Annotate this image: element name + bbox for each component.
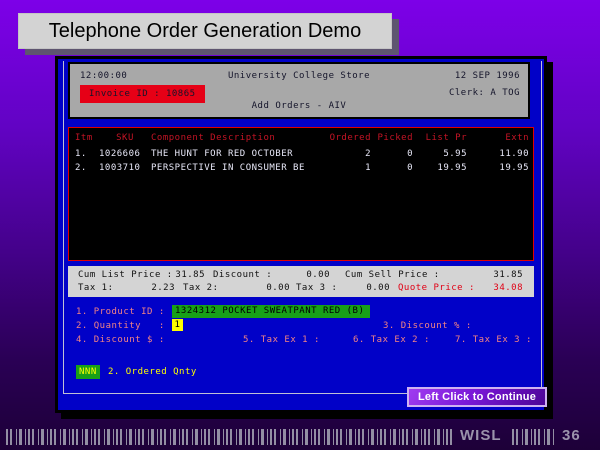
terminal-status-header: 12:00:00 University College Store 12 SEP… [68, 62, 530, 119]
col-header-itm: Itm [75, 132, 99, 144]
slide-title: Telephone Order Generation Demo [49, 20, 361, 43]
cum-list-price-value: 31.85 [143, 269, 205, 281]
tax-ex3-label: 7. Tax Ex 3 : [455, 334, 532, 346]
product-id-field[interactable]: 1324312 POCKET SWEATPANT RED (B) [172, 305, 370, 318]
field-format-badge: NNN [76, 365, 100, 379]
quantity-field[interactable]: 1 [172, 319, 183, 331]
discount-percent-label: 3. Discount % : [383, 320, 472, 332]
cell-extn: 19.95 [467, 162, 529, 174]
tax1-label: Tax 1: [78, 282, 114, 294]
col-header-ordered: Ordered [327, 132, 371, 144]
clerk-label: Clerk: A TOG [449, 87, 520, 99]
cell-picked: 0 [371, 162, 413, 174]
col-header-picked: Picked [371, 132, 413, 144]
tax-ex1-label: 5. Tax Ex 1 : [243, 334, 320, 346]
order-items-table: Itm SKU Component Description Ordered Pi… [68, 127, 534, 261]
discount-amount-label: 4. Discount $ : [76, 334, 165, 346]
discount-value: 0.00 [268, 269, 330, 281]
totals-band: Cum List Price : 31.85 Discount : 0.00 C… [68, 266, 534, 297]
quote-price-value: 34.08 [461, 282, 523, 294]
cell-itm: 1. [75, 148, 99, 160]
cell-description: PERSPECTIVE IN CONSUMER BE [151, 162, 327, 174]
slide: Telephone Order Generation Demo 12:00:00… [0, 0, 600, 450]
cell-itm: 2. [75, 162, 99, 174]
tax3-value: 0.00 [328, 282, 390, 294]
product-id-label: 1. Product ID : [76, 306, 165, 318]
table-row: 1. 1026606 THE HUNT FOR RED OCTOBER 2 0 … [69, 148, 533, 160]
cum-sell-price-value: 31.85 [461, 269, 523, 281]
date-label: 12 SEP 1996 [455, 70, 520, 82]
field-hint-text: 2. Ordered Qnty [108, 366, 197, 378]
quantity-label: 2. Quantity : [76, 320, 165, 332]
col-header-sku: SKU [99, 132, 151, 144]
footer-brand: WISL [460, 427, 502, 444]
cell-list-pr: 19.95 [413, 162, 467, 174]
slide-page-number: 36 [562, 427, 581, 444]
col-header-extn: Extn [467, 132, 529, 144]
cell-extn: 11.90 [467, 148, 529, 160]
tax2-value: 0.00 [228, 282, 290, 294]
cell-list-pr: 5.95 [413, 148, 467, 160]
discount-label: Discount : [213, 269, 272, 281]
cell-description: THE HUNT FOR RED OCTOBER [151, 148, 327, 160]
barcode-decoration [6, 429, 454, 445]
cell-ordered: 2 [327, 148, 371, 160]
cell-sku: 1003710 [99, 162, 151, 174]
screen-mode-label: Add Orders - AIV [70, 100, 528, 112]
table-header-row: Itm SKU Component Description Ordered Pi… [69, 132, 533, 144]
continue-button-label: Left Click to Continue [418, 391, 536, 403]
slide-title-bar: Telephone Order Generation Demo [18, 13, 392, 49]
cell-sku: 1026606 [99, 148, 151, 160]
col-header-list-pr: List Pr [413, 132, 467, 144]
table-row: 2. 1003710 PERSPECTIVE IN CONSUMER BE 1 … [69, 162, 533, 174]
cell-picked: 0 [371, 148, 413, 160]
tax1-value: 2.23 [113, 282, 175, 294]
cum-sell-price-label: Cum Sell Price : [345, 269, 440, 281]
tax-ex2-label: 6. Tax Ex 2 : [353, 334, 430, 346]
cell-ordered: 1 [327, 162, 371, 174]
terminal-screen: 12:00:00 University College Store 12 SEP… [55, 56, 547, 413]
continue-button[interactable]: Left Click to Continue [407, 387, 547, 407]
tax2-label: Tax 2: [183, 282, 219, 294]
col-header-description: Component Description [151, 132, 327, 144]
barcode-decoration [512, 429, 556, 445]
